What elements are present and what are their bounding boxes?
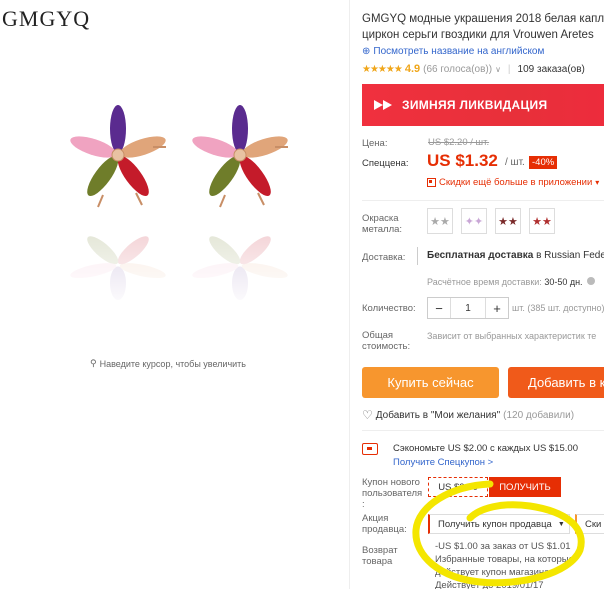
old-price: US $2.20 / шт. [428, 137, 490, 148]
earring-thumbnail-icon: ✦✦ [464, 215, 484, 228]
rating-score: 4.9 [404, 63, 421, 75]
quantity-increase-button[interactable]: + [486, 298, 508, 318]
color-option-3[interactable]: ★★ [495, 208, 521, 234]
brand-logo: GMGYQ [2, 6, 91, 31]
globe-icon: ⊕ [362, 46, 371, 57]
earring-thumbnail-icon: ★★ [532, 215, 552, 228]
product-title: GMGYQ модные украшения 2018 белая капл ц… [362, 11, 604, 43]
old-price-label: Цена: [362, 138, 388, 149]
zoom-hint: ⚲ Наведите курсор, чтобы увеличить [90, 358, 246, 369]
info-icon[interactable] [587, 277, 596, 285]
wishlist-count: (120 добавили) [503, 409, 575, 421]
qr-code-icon [427, 178, 436, 187]
buy-now-button[interactable]: Купить сейчас [362, 367, 499, 398]
title-line-2: циркон серьги гвоздики для Vrouwen Arete… [362, 29, 594, 41]
quantity-input[interactable]: 1 [450, 298, 486, 318]
search-icon: ⚲ [90, 358, 97, 368]
product-gallery: GMGYQ ⚲ Наведите курсор, чтобы увеличить [0, 0, 350, 589]
metal-color-label: Окраска металла: [362, 213, 402, 235]
metal-color-options: ★★ ✦✦ ★★ ★★ [427, 208, 555, 234]
title-line-1: GMGYQ модные украшения 2018 белая капл [362, 13, 604, 25]
wishlist-label: Добавить в "Мои желания" [375, 409, 501, 421]
total-label: Общая стоимость: [362, 330, 410, 352]
quantity-available: шт. (385 шт. доступно) [512, 303, 604, 313]
coupon-icon [362, 443, 378, 455]
seller-promo-label-line-1: Акция [362, 513, 389, 524]
get-coupon-link[interactable]: Получите Спецкупон > [393, 457, 493, 468]
price-unit: / шт. [505, 157, 525, 168]
orders-count: 109 заказа(ов) [517, 63, 585, 75]
add-to-cart-button[interactable]: Добавить в к [508, 367, 604, 398]
quantity-stepper: − 1 + [427, 297, 509, 319]
save-offer: Сэкономьте US $2.00 с каждых US $15.00 [393, 443, 578, 454]
shipping-destination: в Russian Federa [536, 250, 604, 261]
divider [362, 200, 604, 201]
quantity-decrease-button[interactable]: − [428, 298, 450, 318]
rating-stars-icon: ★★★★★ [362, 63, 403, 75]
total-label-line-2: стоимость: [362, 341, 411, 352]
rating-votes[interactable]: (66 голоса(ов)) [423, 64, 492, 75]
sale-banner[interactable]: ЗИМНЯЯ ЛИКВИДАЦИЯ [362, 84, 604, 126]
return-label-line-1: Возврат [362, 545, 398, 556]
color-option-1[interactable]: ★★ [427, 208, 453, 234]
seller-promo-label: Акция продавца: [362, 513, 407, 535]
earring-thumbnail-icon: ★★ [498, 215, 518, 228]
shipping-free: Бесплатная доставка [427, 250, 534, 261]
wishlist-link[interactable]: ♡ Добавить в "Мои желания" (120 добавили… [362, 408, 574, 422]
quantity-label: Количество: [362, 303, 416, 314]
return-label: Возврат товара [362, 545, 398, 567]
discount-badge: -40% [529, 156, 558, 169]
translate-link-label: Посмотреть название на английском [373, 46, 545, 57]
total-value: Зависит от выбранных характеристик те [427, 331, 597, 341]
translate-link[interactable]: ⊕ Посмотреть название на английском [362, 46, 544, 57]
highlight-annotation [412, 480, 585, 587]
delivery-time-label: Расчётное время доставки: [427, 277, 542, 287]
sale-price: US $1.32 [427, 151, 498, 170]
color-option-4[interactable]: ★★ [529, 208, 555, 234]
color-option-2[interactable]: ✦✦ [461, 208, 487, 234]
metal-color-label-line-1: Окраска [362, 213, 399, 224]
app-discount-label: Скидки ещё больше в приложении [439, 177, 593, 188]
shipping-method[interactable]: Бесплатная доставка в Russian Federa [427, 250, 604, 261]
metal-color-label-line-2: металла: [362, 224, 403, 235]
zoom-hint-text: Наведите курсор, чтобы увеличить [99, 358, 246, 369]
app-discount-link[interactable]: Скидки ещё больше в приложении ▾ [427, 177, 599, 188]
product-image[interactable] [40, 80, 340, 310]
divider: | [507, 63, 511, 75]
return-label-line-2: товара [362, 556, 393, 567]
price-label: Спеццена: [362, 158, 409, 169]
total-label-line-1: Общая [362, 330, 394, 341]
earring-thumbnail-icon: ★★ [430, 215, 450, 228]
shipping-divider [417, 247, 418, 265]
double-arrow-icon [374, 97, 402, 113]
delivery-time: Расчётное время доставки: 30-50 дн. [427, 277, 596, 287]
delivery-time-value: 30-50 дн. [544, 277, 583, 287]
shipping-label: Доставка: [362, 252, 406, 263]
heart-icon: ♡ [362, 408, 373, 422]
rating-row: ★★★★★ 4.9 (66 голоса(ов)) ∨ | 109 заказа… [362, 63, 585, 75]
gallery-divider [349, 0, 350, 589]
chevron-down-icon[interactable]: ∨ [495, 65, 501, 74]
sale-banner-text: ЗИМНЯЯ ЛИКВИДАЦИЯ [402, 98, 548, 112]
chevron-down-icon: ▾ [595, 178, 600, 187]
seller-promo-label-line-2: продавца: [362, 524, 407, 535]
